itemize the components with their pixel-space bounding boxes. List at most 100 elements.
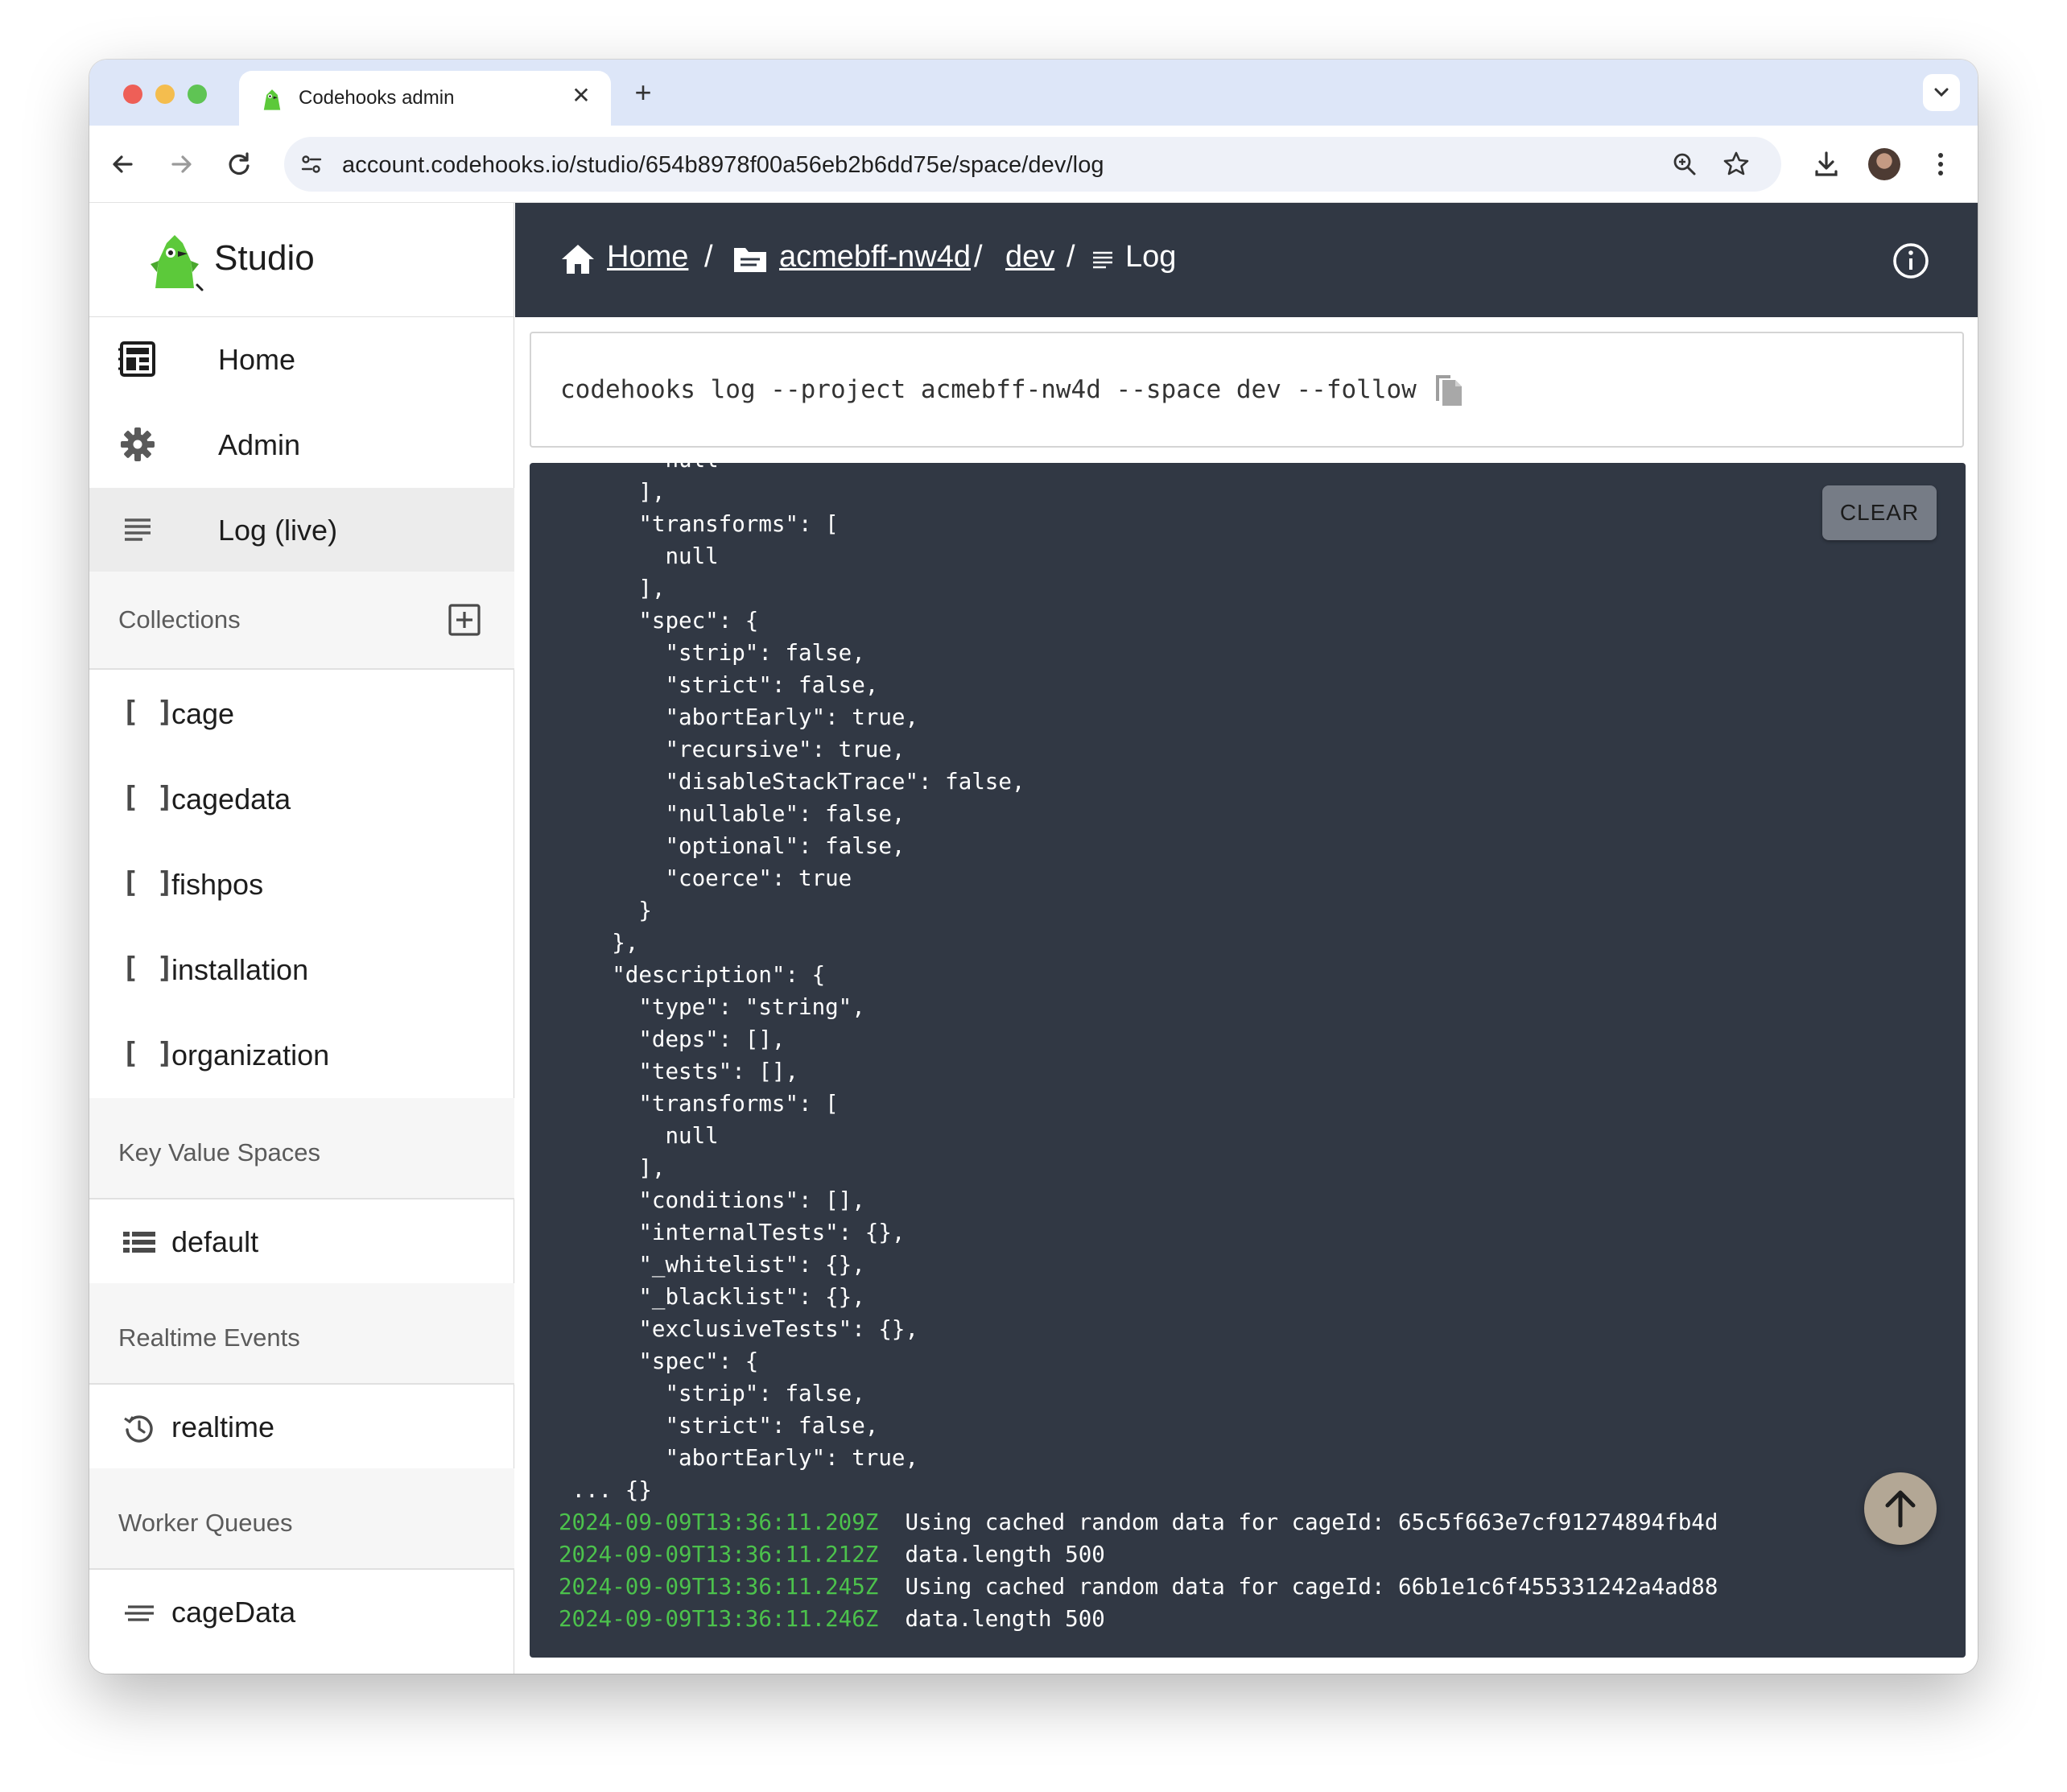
- collection-item-cagedata[interactable]: [ ] cagedata: [89, 757, 514, 840]
- queue-label: cageData: [171, 1596, 296, 1629]
- sidebar: Studio Home Admin Log (live) Collections…: [89, 203, 514, 1674]
- breadcrumb-separator: /: [974, 240, 983, 274]
- collection-bracket-icon: [ ]: [122, 781, 175, 814]
- tab-close-icon[interactable]: ✕: [567, 82, 595, 109]
- zoom-icon[interactable]: [1670, 150, 1699, 179]
- add-collection-icon[interactable]: [447, 602, 482, 638]
- clear-button[interactable]: CLEAR: [1822, 485, 1937, 540]
- log-message: Using cached random data for cageId: 65c…: [878, 1509, 1718, 1535]
- main-panel: Home / acmebff-nw4d / dev / Log codehook…: [515, 203, 1978, 1674]
- breadcrumb-separator: /: [1067, 240, 1075, 274]
- more-menu-icon[interactable]: [1921, 145, 1960, 184]
- collection-label: fishpos: [171, 868, 264, 901]
- back-arrow-icon[interactable]: [104, 145, 142, 184]
- realtime-label: realtime: [171, 1410, 275, 1443]
- realtime-section-header: Realtime Events: [89, 1283, 514, 1385]
- app-area: Studio Home Admin Log (live) Collections…: [89, 203, 1978, 1674]
- queue-item-cagedata[interactable]: cageData: [89, 1570, 514, 1654]
- minimize-window-button[interactable]: [155, 85, 175, 104]
- queue-lines-icon: [125, 1605, 154, 1621]
- top-bar: Home / acmebff-nw4d / dev / Log: [515, 203, 1978, 317]
- log-line: "exclusiveTests": {},: [559, 1316, 919, 1342]
- close-window-button[interactable]: [123, 85, 142, 104]
- log-line: ],: [559, 1155, 666, 1181]
- log-timestamp: 2024-09-09T13:36:11.246Z: [559, 1606, 879, 1632]
- log-message: data.length 500: [878, 1542, 1105, 1567]
- log-line: "strict": false,: [559, 672, 879, 698]
- kv-section-header: Key Value Spaces: [89, 1098, 514, 1199]
- sidebar-item-home[interactable]: Home: [89, 317, 514, 401]
- cli-command-text: codehooks log --project acmebff-nw4d --s…: [560, 375, 1417, 404]
- log-timestamp: 2024-09-09T13:36:11.212Z: [559, 1542, 879, 1567]
- log-line: "_blacklist": {},: [559, 1284, 865, 1310]
- log-line: "type": "string",: [559, 994, 865, 1020]
- brand-name: Studio: [214, 238, 315, 278]
- log-line: }: [559, 898, 652, 923]
- log-line: "nullable": false,: [559, 801, 906, 827]
- site-settings-icon[interactable]: [297, 150, 326, 179]
- log-line: "tests": [],: [559, 1059, 799, 1084]
- reload-icon[interactable]: [220, 145, 258, 184]
- forward-arrow-icon[interactable]: [162, 145, 200, 184]
- info-icon[interactable]: [1890, 240, 1932, 282]
- log-timestamp: 2024-09-09T13:36:11.245Z: [559, 1574, 879, 1600]
- scroll-to-top-button[interactable]: [1864, 1472, 1937, 1545]
- collection-bracket-icon: [ ]: [122, 866, 175, 899]
- kv-item-default[interactable]: default: [89, 1199, 514, 1283]
- sidebar-item-admin[interactable]: Admin: [89, 403, 514, 486]
- log-line: "abortEarly": true,: [559, 704, 919, 730]
- collection-item-fishpos[interactable]: [ ] fishpos: [89, 842, 514, 926]
- log-entry: 2024-09-09T13:36:11.245Z Using cached ra…: [559, 1571, 1718, 1603]
- section-title: Realtime Events: [118, 1323, 300, 1352]
- tab-title: Codehooks admin: [299, 87, 455, 109]
- collection-item-organization[interactable]: [ ] organization: [89, 1013, 514, 1096]
- breadcrumb-project[interactable]: acmebff-nw4d: [779, 240, 971, 275]
- breadcrumb-space[interactable]: dev: [1005, 240, 1054, 275]
- browser-toolbar: account.codehooks.io/studio/654b8978f00a…: [89, 126, 1978, 203]
- browser-tab[interactable]: Codehooks admin ✕: [239, 71, 611, 126]
- brand-header[interactable]: Studio: [89, 203, 514, 317]
- log-line: "disableStackTrace": false,: [559, 769, 1025, 795]
- maximize-window-button[interactable]: [188, 85, 207, 104]
- log-line: null: [559, 543, 719, 569]
- bookmark-star-icon[interactable]: [1722, 150, 1751, 179]
- log-line: "transforms": [: [559, 511, 839, 537]
- tab-strip: Codehooks admin ✕ +: [89, 60, 1978, 126]
- log-line: "spec": {: [559, 1348, 759, 1374]
- collection-label: cagedata: [171, 782, 291, 815]
- log-line: "optional": false,: [559, 833, 906, 859]
- breadcrumb-home[interactable]: Home: [607, 240, 688, 275]
- log-message: Using cached random data for cageId: 66b…: [878, 1574, 1718, 1600]
- lines-icon: [125, 518, 151, 541]
- codehooks-favicon-icon: [263, 89, 281, 110]
- profile-avatar[interactable]: [1868, 148, 1900, 180]
- log-line: ... {}: [559, 1477, 652, 1503]
- collection-item-installation[interactable]: [ ] installation: [89, 927, 514, 1011]
- home-grid-icon: [118, 341, 155, 377]
- log-line: },: [559, 930, 639, 956]
- log-output[interactable]: null ], "transforms": [ null ], "spec": …: [530, 463, 1966, 1658]
- log-line: "description": {: [559, 962, 826, 988]
- log-line: "abortEarly": true,: [559, 1445, 919, 1471]
- kv-label: default: [171, 1225, 259, 1258]
- queues-section-header: Worker Queues: [89, 1468, 514, 1570]
- collection-item-cage[interactable]: [ ] cage: [89, 671, 514, 755]
- history-clock-icon: [124, 1415, 153, 1443]
- tab-search-button[interactable]: [1923, 74, 1960, 111]
- download-icon[interactable]: [1807, 145, 1846, 184]
- log-line: "conditions": [],: [559, 1187, 865, 1213]
- sidebar-item-log[interactable]: Log (live): [89, 488, 514, 572]
- realtime-item-realtime[interactable]: realtime: [89, 1385, 514, 1468]
- copy-icon[interactable]: [1433, 372, 1465, 407]
- table-list-icon: [123, 1232, 155, 1253]
- breadcrumb-separator: /: [704, 240, 713, 274]
- address-bar[interactable]: account.codehooks.io/studio/654b8978f00a…: [284, 137, 1781, 192]
- log-line: null: [559, 463, 718, 476]
- section-title: Worker Queues: [118, 1509, 293, 1537]
- new-tab-button[interactable]: +: [629, 78, 658, 108]
- log-line: "deps": [],: [559, 1026, 786, 1052]
- log-timestamp: 2024-09-09T13:36:11.209Z: [559, 1509, 879, 1535]
- log-entry: 2024-09-09T13:36:11.212Z data.length 500: [559, 1538, 1105, 1571]
- folder-icon: [734, 248, 766, 272]
- section-title: Collections: [118, 605, 241, 634]
